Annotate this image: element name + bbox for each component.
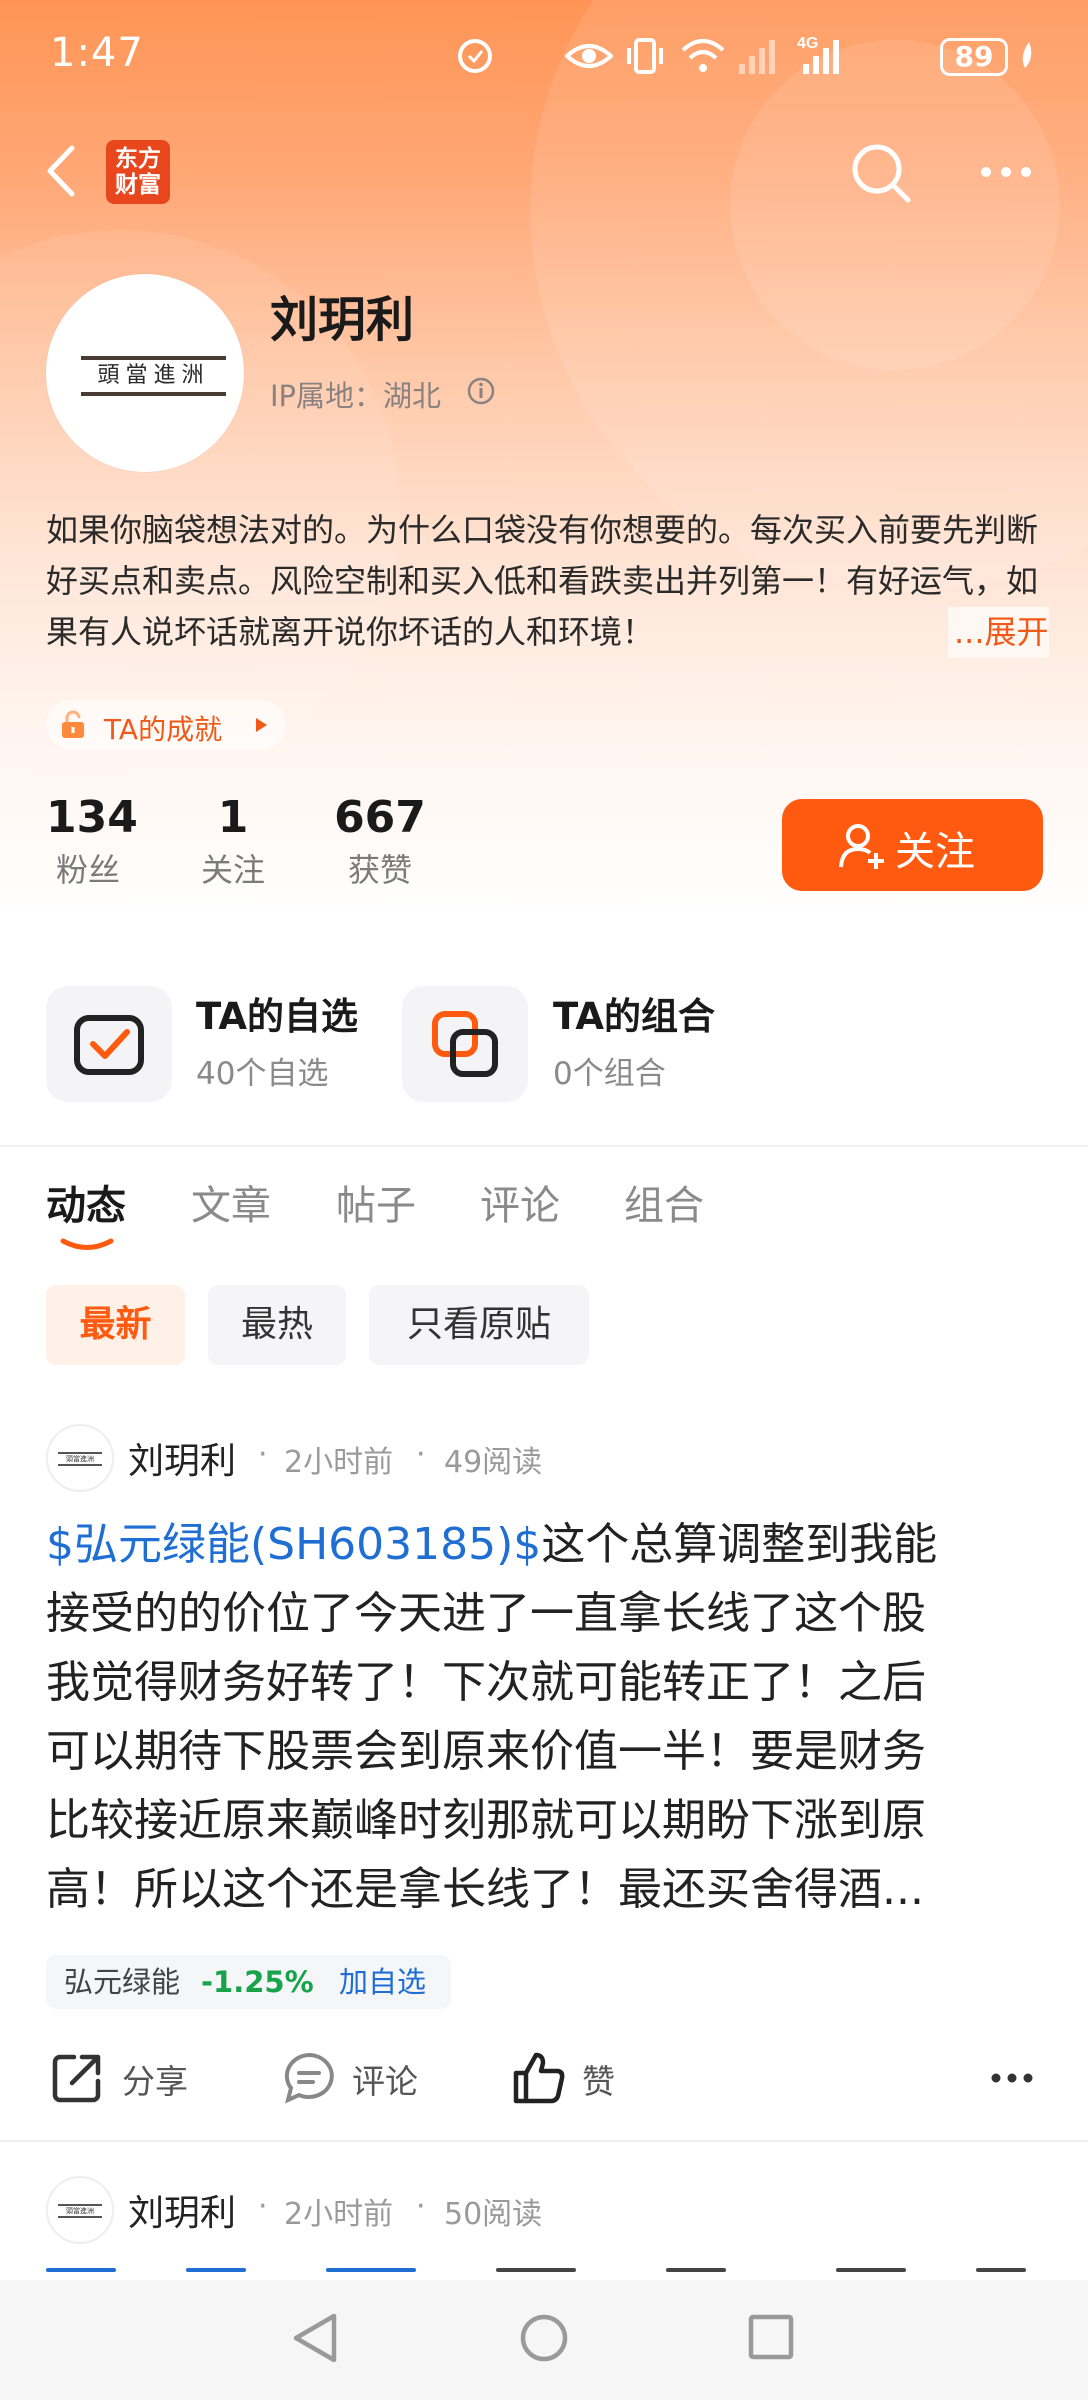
svg-text:4G: 4G — [797, 35, 818, 52]
stat-value: 134 — [46, 792, 138, 843]
tab-articles[interactable]: 文章 — [191, 1173, 271, 1231]
triangle-right-icon — [256, 718, 267, 732]
user-name: 刘玥利 — [270, 292, 415, 348]
stat-likes[interactable]: 667 获赞 — [334, 790, 426, 894]
system-nav-bar — [0, 2280, 1088, 2400]
more-options-icon[interactable] — [978, 164, 1034, 180]
charging-icon — [1022, 42, 1032, 68]
follow-button[interactable]: 关注 — [782, 799, 1043, 891]
post-time: 2小时前 — [284, 1445, 394, 1480]
nav-home-icon[interactable] — [518, 2308, 570, 2368]
post-meta-dot: · — [258, 2189, 268, 2224]
post-author-avatar[interactable]: 頭當進洲 — [46, 1424, 114, 1492]
stat-value: 1 — [217, 792, 249, 843]
lock-open-icon — [62, 710, 84, 738]
stat-fans[interactable]: 134 粉丝 — [46, 790, 138, 894]
post-avatar-image-text: 頭當進洲 — [58, 1452, 102, 1466]
filter-latest[interactable]: 最新 — [46, 1285, 185, 1365]
vibrate-icon — [627, 38, 663, 74]
add-user-icon — [839, 824, 884, 869]
post-text-line: 接受的的价位了今天进了一直拿长线了这个股 — [46, 1588, 926, 1639]
post-meta-dot: · — [416, 2189, 426, 2224]
comment-label: 评论 — [352, 2062, 418, 2101]
nav-recents-icon[interactable] — [746, 2308, 796, 2368]
eye-icon — [565, 44, 613, 68]
wifi-icon — [681, 39, 725, 72]
post-meta-dot: · — [416, 1437, 426, 1472]
post-time: 2小时前 — [284, 2197, 394, 2232]
watchlist-count: 40个自选 — [196, 1056, 329, 1092]
post-reads: 49阅读 — [444, 1445, 543, 1480]
info-icon[interactable] — [466, 376, 496, 406]
post-more-icon[interactable] — [990, 2072, 1034, 2084]
avatar[interactable]: 頭當進洲 — [46, 274, 244, 472]
post-text-line: 比较接近原来巅峰时刻那就可以期盼下涨到原 — [46, 1795, 926, 1846]
follow-button-label: 关注 — [895, 829, 975, 875]
active-tab-indicator — [60, 1238, 114, 1250]
ip-location: IP属地：湖北 — [270, 379, 442, 413]
post-body-peek — [46, 2268, 1046, 2280]
achievement-badge[interactable]: TA的成就 — [46, 700, 286, 750]
post-avatar-image-text: 頭當進洲 — [58, 2204, 102, 2218]
share-button[interactable]: 分享 — [50, 2045, 200, 2111]
quote-stock-name: 弘元绿能 — [64, 1965, 181, 1999]
post-stock-link[interactable]: $弘元绿能(SH603185)$ — [46, 1519, 541, 1570]
portfolio-count: 0个组合 — [553, 1056, 666, 1092]
comment-button[interactable]: 评论 — [282, 2045, 432, 2111]
share-icon — [52, 2054, 101, 2103]
status-bar: 1:47 4G 89 — [0, 0, 1088, 110]
post-text-line: 高！所以这个还是拿长线了！最还买舍得酒... — [46, 1864, 924, 1915]
post-divider — [0, 2140, 1088, 2142]
status-time: 1:47 — [50, 30, 144, 76]
watchlist-tile[interactable] — [46, 986, 172, 1102]
post-author-avatar[interactable]: 頭當進洲 — [46, 2176, 114, 2244]
post-author-name[interactable]: 刘玥利 — [128, 2184, 236, 2236]
quote-change: -1.25% — [201, 1965, 314, 1999]
stat-label: 关注 — [200, 851, 265, 889]
stock-quote-chip[interactable]: 弘元绿能 -1.25% 加自选 — [46, 1955, 451, 2009]
portfolio-tile[interactable] — [402, 986, 528, 1102]
nav-back-icon[interactable] — [290, 2308, 340, 2368]
share-label: 分享 — [122, 2062, 188, 2101]
section-divider — [0, 1145, 1088, 1147]
avatar-image-text: 頭當進洲 — [81, 356, 226, 396]
stat-label: 获赞 — [347, 851, 412, 889]
tab-comments[interactable]: 评论 — [480, 1173, 560, 1231]
like-button[interactable]: 赞 — [512, 2045, 632, 2111]
like-label: 赞 — [582, 2062, 615, 2101]
bio-expand-link[interactable]: ...展开 — [948, 607, 1049, 658]
back-arrow-icon[interactable] — [40, 140, 84, 202]
tab-activity[interactable]: 动态 — [46, 1173, 126, 1231]
post-body[interactable]: $弘元绿能(SH603185)$这个总算调整到我能 接受的的价位了今天进了一直拿… — [46, 1510, 1046, 1924]
post-text-line: 这个总算调整到我能 — [541, 1519, 938, 1570]
post-reads: 50阅读 — [444, 2197, 543, 2232]
tab-portfolios[interactable]: 组合 — [624, 1173, 704, 1231]
search-icon[interactable] — [848, 140, 914, 206]
add-to-watchlist-link[interactable]: 加自选 — [339, 1955, 426, 2009]
watchlist-title[interactable]: TA的自选 — [196, 986, 358, 1040]
signal-icon — [739, 40, 775, 74]
stat-following[interactable]: 1 关注 — [196, 790, 270, 894]
portfolio-stack-icon — [432, 1011, 498, 1077]
user-bio: 如果你脑袋想法对的。为什么口袋没有你想要的。每次买入前要先判断好买点和卖点。风险… — [46, 511, 1039, 651]
post-text-line: 我觉得财务好转了！下次就可能转正了！之后 — [46, 1657, 926, 1708]
filter-hot[interactable]: 最热 — [208, 1285, 346, 1365]
post-meta-dot: · — [258, 1437, 268, 1472]
post-author-name[interactable]: 刘玥利 — [128, 1432, 236, 1484]
stat-value: 667 — [334, 792, 426, 843]
thumbs-up-icon — [513, 2052, 565, 2104]
tab-posts[interactable]: 帖子 — [336, 1173, 416, 1231]
app-logo: 东方 财富 — [106, 140, 170, 204]
comment-icon — [284, 2052, 334, 2104]
portfolio-title[interactable]: TA的组合 — [553, 986, 715, 1040]
post-text-line: 可以期待下股票会到原来价值一半！要是财务 — [46, 1726, 926, 1777]
achievement-label: TA的成就 — [104, 713, 223, 746]
data-saver-icon — [458, 39, 492, 73]
battery-indicator: 89 — [940, 38, 1008, 76]
watchlist-check-icon — [74, 1015, 144, 1075]
filter-original-only[interactable]: 只看原贴 — [369, 1285, 589, 1365]
signal-4g-icon: 4G — [797, 35, 839, 74]
stat-label: 粉丝 — [55, 851, 120, 889]
